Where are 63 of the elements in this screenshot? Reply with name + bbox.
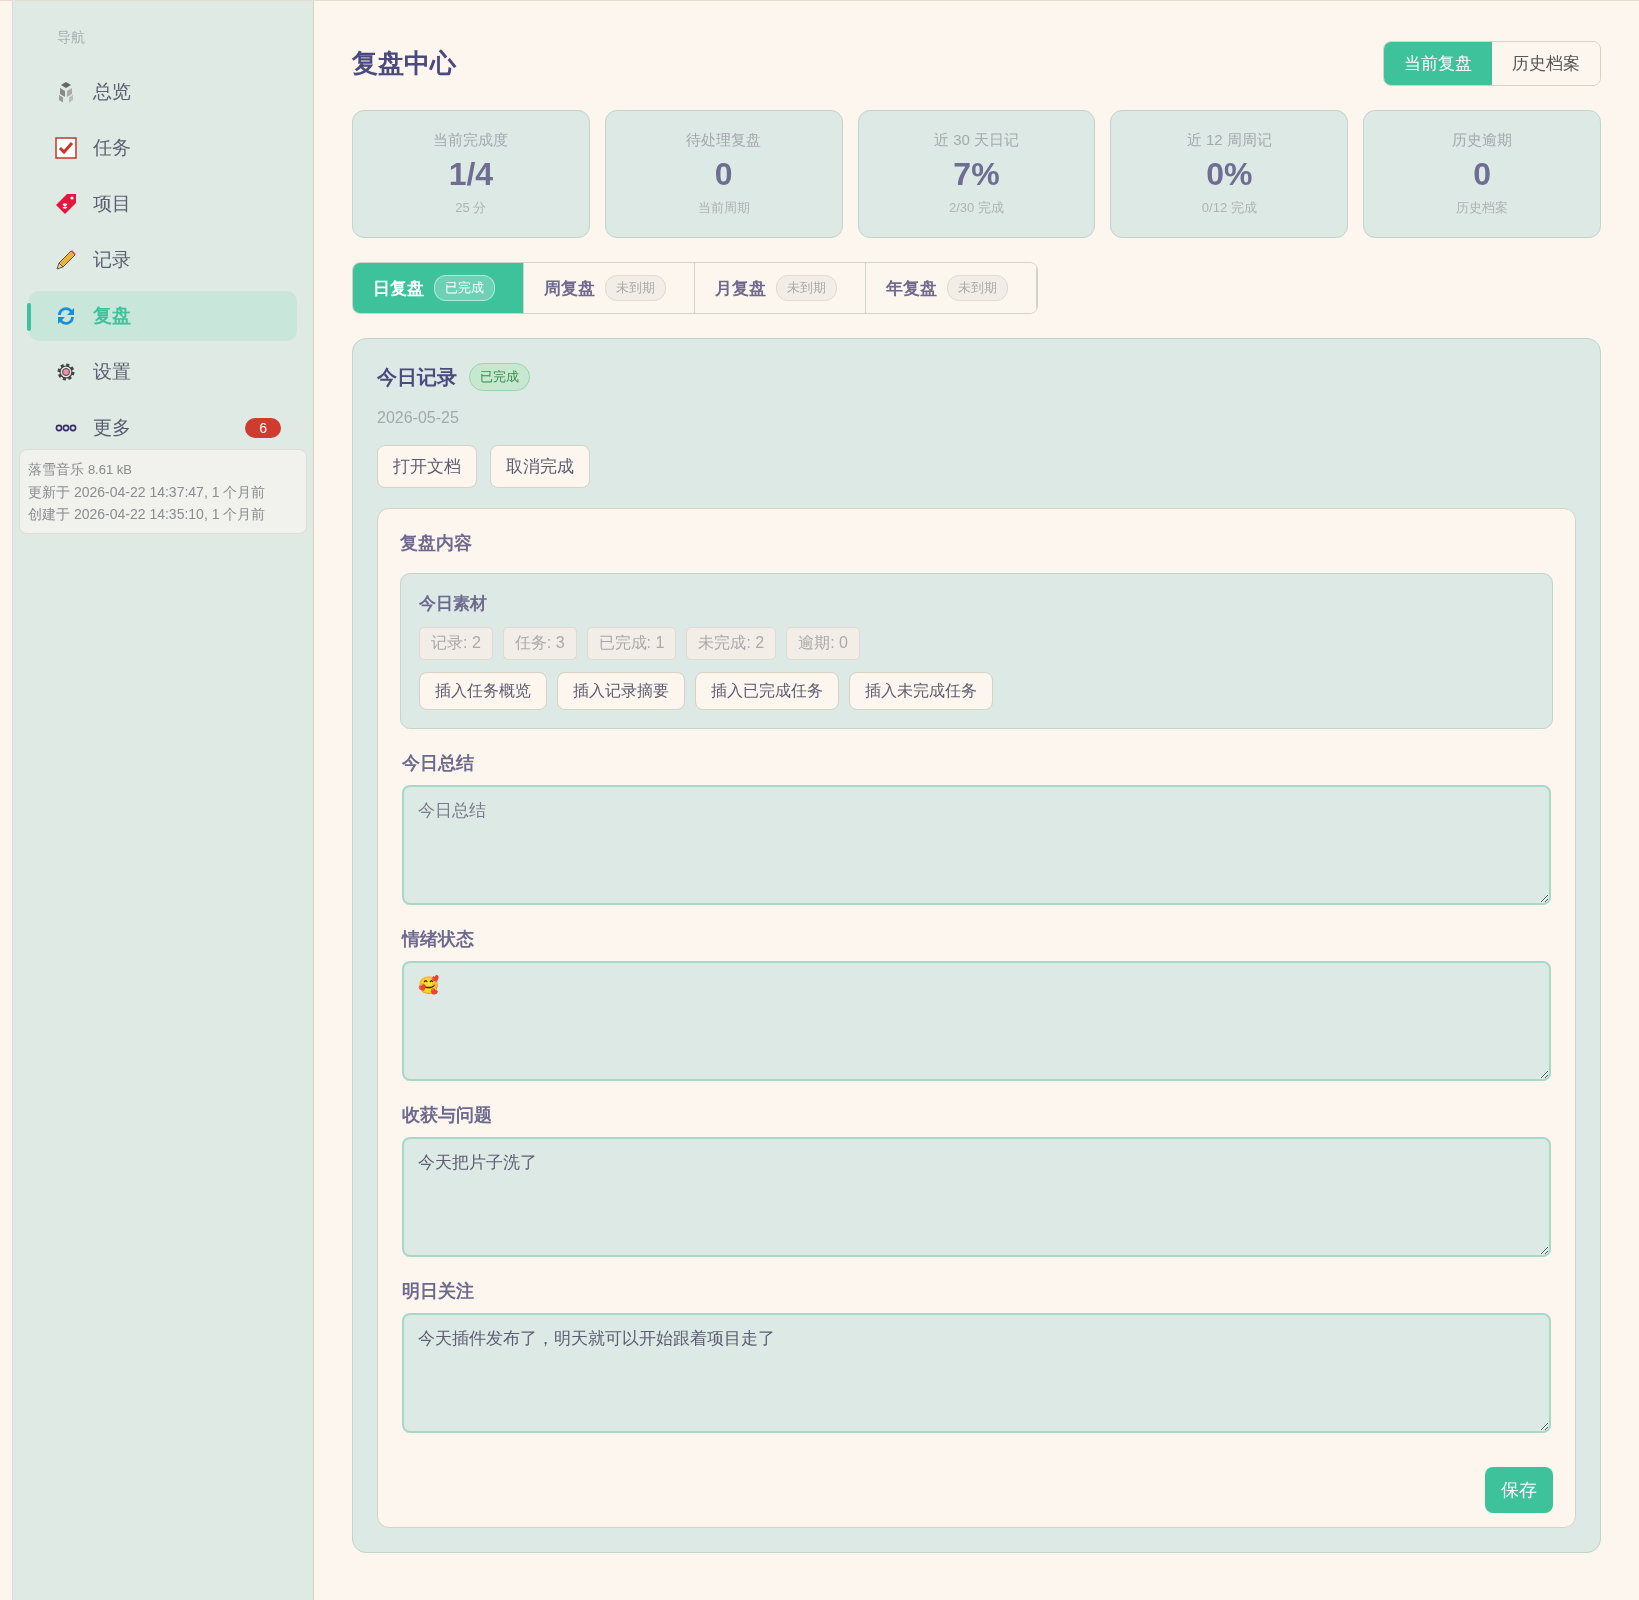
count-chip: 未完成: 2 xyxy=(686,627,777,660)
tooltip-line: 创建于 2026-04-22 14:35:10, 1 个月前 xyxy=(28,505,267,524)
tab-status: 已完成 xyxy=(434,275,495,301)
insert-button[interactable]: 插入记录摘要 xyxy=(557,672,685,710)
material-title: 今日素材 xyxy=(419,593,488,615)
count-chip: 已完成: 1 xyxy=(586,627,677,660)
file-size: 8.61 kB xyxy=(87,462,132,477)
insert-button[interactable]: 插入任务概览 xyxy=(419,672,547,710)
nav-item[interactable]: 记录 xyxy=(29,235,297,285)
count-badge: 6 xyxy=(245,418,281,438)
stat-value: 0% xyxy=(1206,156,1253,193)
nav-item[interactable]: 更多 6 xyxy=(29,403,297,453)
stat-label: 历史逾期 xyxy=(1452,131,1513,150)
status-badge: 已完成 xyxy=(469,363,530,391)
tooltip-title: 落雪音乐 xyxy=(28,461,84,477)
card-title: 复盘内容 xyxy=(400,532,473,555)
nav-label: 更多 xyxy=(93,416,131,440)
nav-item[interactable]: 总览 xyxy=(29,67,297,117)
tab-status: 未到期 xyxy=(605,275,666,301)
pencil-icon xyxy=(55,249,77,271)
nav-label: 复盘 xyxy=(93,304,131,328)
checkbox-icon xyxy=(55,137,77,159)
count-chip: 任务: 3 xyxy=(502,627,577,660)
text-area[interactable]: 今天把片子洗了 xyxy=(402,1137,1551,1257)
date-text: 2026-05-25 xyxy=(377,409,460,427)
text-area[interactable]: 今天插件发布了，明天就可以开始跟着项目走了 xyxy=(402,1313,1551,1433)
stat-label: 近 12 周周记 xyxy=(1186,131,1272,150)
nav-label: 记录 xyxy=(93,248,131,272)
nav-item[interactable]: 设置 xyxy=(29,347,297,397)
stat-value: 0 xyxy=(714,156,733,193)
section-title: 今日记录 xyxy=(377,364,457,390)
page-title: 复盘中心 xyxy=(352,47,456,80)
count-chip: 记录: 2 xyxy=(419,627,493,660)
field-label: 情绪状态 xyxy=(402,928,475,951)
nav-label: 总览 xyxy=(93,80,131,104)
tag-icon xyxy=(55,193,77,215)
tab-status: 未到期 xyxy=(776,275,837,301)
field-label: 明日关注 xyxy=(402,1280,475,1303)
text-area[interactable]: 今日总结 xyxy=(402,785,1551,905)
tooltip-line: 更新于 2026-04-22 14:37:47, 1 个月前 xyxy=(28,483,267,502)
count-chip: 逾期: 0 xyxy=(786,627,860,660)
tab-status: 未到期 xyxy=(947,275,1008,301)
stat-label: 待处理复盘 xyxy=(686,131,762,150)
stat-label: 近 30 天日记 xyxy=(933,131,1019,150)
field-label: 今日总结 xyxy=(402,752,475,775)
settings-icon xyxy=(55,361,77,383)
stat-value: 0 xyxy=(1473,156,1491,193)
insert-button[interactable]: 插入已完成任务 xyxy=(695,672,839,710)
nav-item[interactable]: 任务 xyxy=(29,123,297,173)
nav-label: 任务 xyxy=(93,136,131,160)
insert-button[interactable]: 插入未完成任务 xyxy=(849,672,993,710)
nav-item[interactable]: 项目 xyxy=(29,179,297,229)
action-button[interactable]: 取消完成 xyxy=(490,445,590,488)
action-button[interactable]: 打开文档 xyxy=(377,445,477,488)
sidebar-heading: 导航 xyxy=(56,29,86,47)
refresh-icon xyxy=(55,305,77,327)
stat-label: 当前完成度 xyxy=(433,131,509,150)
nav-label: 设置 xyxy=(93,360,131,384)
nav-label: 项目 xyxy=(93,192,131,216)
field-label: 收获与问题 xyxy=(402,1104,493,1127)
stat-value: 1/4 xyxy=(448,156,494,193)
stat-value: 7% xyxy=(953,156,1000,193)
more-icon xyxy=(55,424,77,432)
